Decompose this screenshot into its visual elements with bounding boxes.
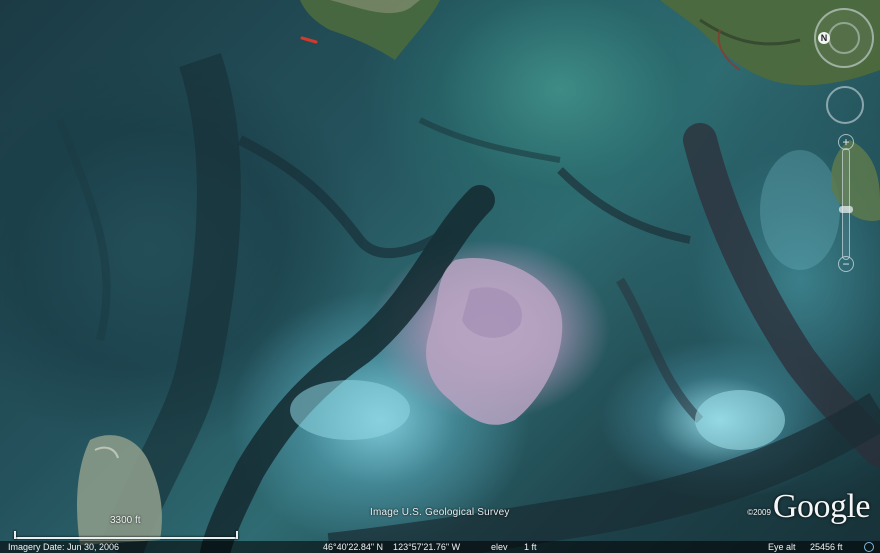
scale-bar: 3300 ft — [14, 515, 238, 539]
logo-copyright: ©2009 — [747, 508, 771, 517]
elevation-value: 1 ft — [524, 542, 537, 552]
zoom-slider-thumb[interactable] — [839, 205, 853, 213]
scale-label: 3300 ft — [110, 515, 141, 526]
satellite-map-view[interactable]: Image U.S. Geological Survey ©2009 Googl… — [0, 0, 880, 553]
logo-wordmark: Google — [772, 488, 871, 525]
look-joystick[interactable] — [826, 86, 864, 124]
loading-indicator-icon — [864, 542, 874, 552]
compass-inner-ring — [828, 22, 860, 54]
terrain-layer — [56, 0, 880, 553]
eye-altitude-label: Eye alt — [768, 542, 796, 552]
compass-ring[interactable]: N — [814, 8, 874, 68]
imagery-credit: Image U.S. Geological Survey — [370, 507, 510, 518]
navigation-controls: N + − — [814, 8, 874, 272]
scale-tick-right — [236, 531, 238, 539]
zoom-slider[interactable] — [842, 148, 850, 260]
zoom-out-button[interactable]: − — [838, 256, 854, 272]
elevation-label: elev — [491, 542, 508, 552]
north-indicator[interactable]: N — [818, 32, 830, 44]
scale-line — [14, 537, 238, 539]
scale-tick-left — [14, 531, 16, 539]
eye-altitude-value: 25456 ft — [810, 542, 843, 552]
coordinates-readout: 46°40'22.84" N 123°57'21.76" W — [323, 542, 461, 552]
imagery-date: Imagery Date: Jun 30, 2006 — [8, 542, 120, 552]
google-logo: ©2009 Google — [747, 490, 870, 524]
status-bar: Imagery Date: Jun 30, 2006 46°40'22.84" … — [0, 541, 880, 553]
